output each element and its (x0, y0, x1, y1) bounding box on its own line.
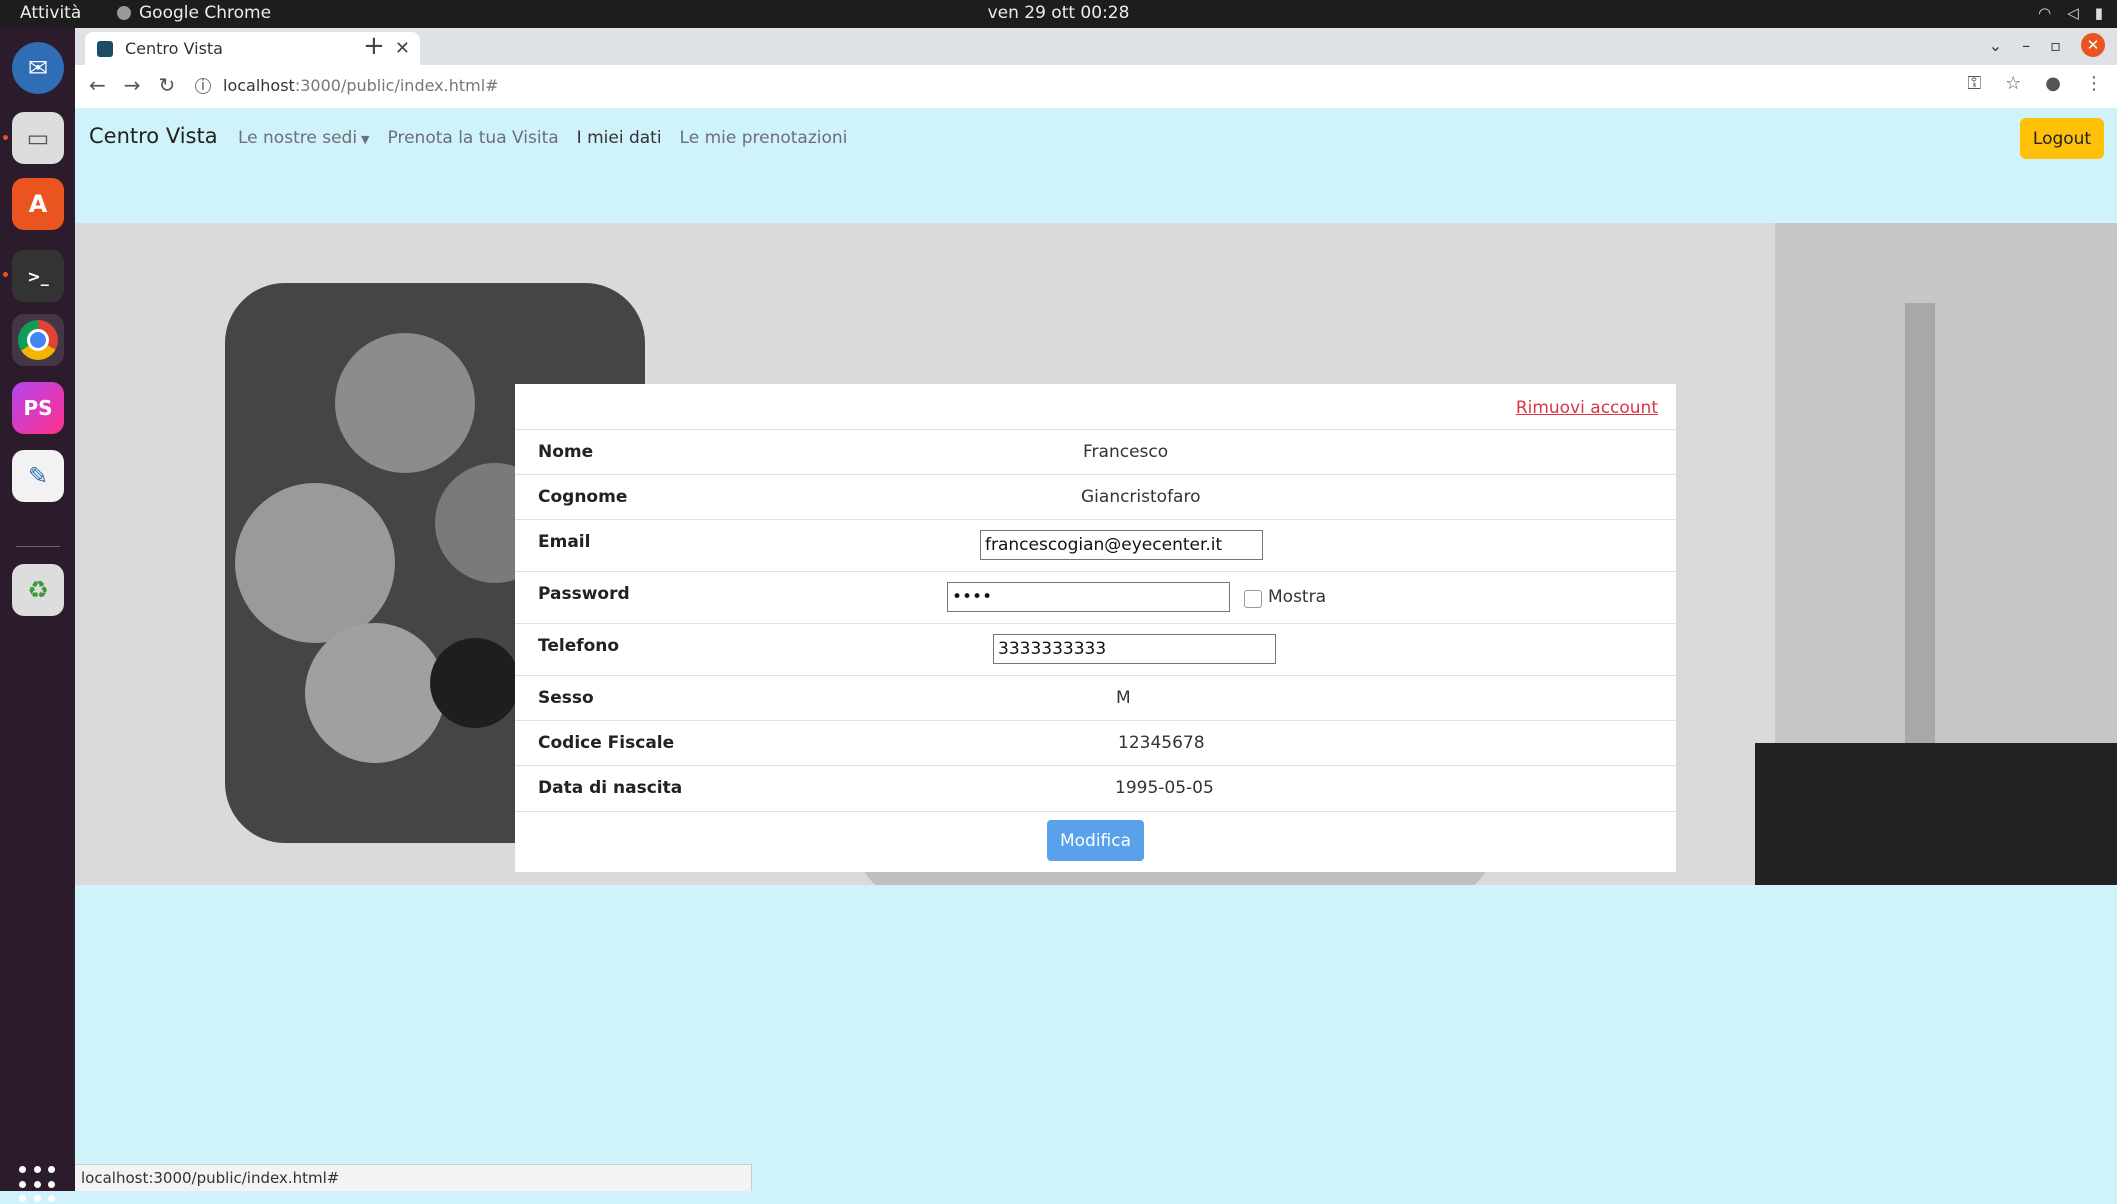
battery-icon: ▮ (2094, 4, 2103, 22)
running-indicator (3, 272, 8, 277)
terminal-icon[interactable]: >_ (12, 250, 64, 302)
close-tab-icon[interactable]: ✕ (395, 38, 410, 59)
site-info-icon[interactable]: i (195, 77, 211, 94)
site-nav-links: Le nostre sedi ▼ Prenota la tua Visita I … (238, 128, 847, 148)
sesso-label: Sesso (538, 688, 594, 708)
site-brand[interactable]: Centro Vista (89, 124, 218, 148)
files-icon[interactable]: ▭ (12, 112, 64, 164)
chrome-icon[interactable] (12, 314, 64, 366)
close-window-icon[interactable]: ✕ (2081, 33, 2105, 57)
tab-title: Centro Vista (125, 39, 223, 58)
dock-separator (16, 546, 60, 547)
codice-fiscale-label: Codice Fiscale (538, 733, 675, 753)
dock: ✉ ▭ A >_ PS ✎ ♻ (0, 28, 75, 1203)
row-codice-fiscale: Codice Fiscale 12345678 (515, 720, 1676, 766)
menu-icon[interactable]: ⋮ (2085, 73, 2103, 94)
show-applications-icon[interactable] (19, 1166, 57, 1204)
profile-card: Rimuovi account Nome Francesco Cognome G… (515, 384, 1676, 872)
navigation-buttons: ← → ↻ (89, 73, 175, 97)
forward-icon[interactable]: → (124, 73, 141, 97)
site-navbar: Centro Vista Le nostre sedi ▼ Prenota la … (75, 108, 2117, 168)
nav-prenotazioni[interactable]: Le mie prenotazioni (680, 128, 848, 148)
hero-background-image: Rimuovi account Nome Francesco Cognome G… (75, 223, 2117, 885)
url-path: :3000/public/index.html# (294, 76, 499, 95)
web-page: Centro Vista Le nostre sedi ▼ Prenota la … (75, 108, 2117, 1191)
url-host: localhost (223, 76, 295, 95)
nav-sedi-label: Le nostre sedi (238, 128, 358, 148)
bookmark-star-icon[interactable]: ☆ (2005, 73, 2021, 94)
row-sesso: Sesso M (515, 675, 1676, 721)
system-tray[interactable]: ◠ ◁ ▮ (2038, 4, 2103, 22)
running-indicator (3, 135, 8, 140)
row-telefono: Telefono (515, 623, 1676, 676)
software-center-icon[interactable]: A (12, 178, 64, 230)
nav-miei-dati[interactable]: I miei dati (577, 128, 662, 148)
show-password-label[interactable]: Mostra (1268, 587, 1326, 607)
minimize-icon[interactable]: – (2022, 36, 2030, 55)
address-bar-row: ← → ↻ i localhost:3000/public/index.html… (75, 65, 2117, 109)
caret-down-icon: ▼ (361, 133, 370, 146)
logout-button[interactable]: Logout (2020, 118, 2104, 159)
maximize-icon[interactable]: ▫ (2050, 36, 2061, 55)
key-icon[interactable]: ⚿ (1967, 73, 1981, 94)
password-label: Password (538, 584, 630, 604)
row-cognome: Cognome Giancristofaro (515, 474, 1676, 520)
codice-fiscale-value: 12345678 (1118, 733, 1205, 753)
system-top-bar: Attività Google Chrome ven 29 ott 00:28 … (0, 0, 2117, 28)
nome-label: Nome (538, 442, 594, 462)
wifi-icon: ◠ (2038, 4, 2052, 22)
row-password: Password Mostra (515, 571, 1676, 624)
site-favicon-icon (97, 40, 113, 57)
sesso-value: M (1116, 688, 1131, 708)
telefono-field[interactable] (993, 634, 1276, 664)
password-field[interactable] (947, 582, 1230, 612)
email-field[interactable] (980, 530, 1263, 560)
cognome-value: Giancristofaro (1081, 487, 1201, 507)
data-nascita-value: 1995-05-05 (1115, 778, 1214, 798)
nav-prenota[interactable]: Prenota la tua Visita (388, 128, 559, 148)
nome-value: Francesco (1083, 442, 1169, 462)
data-nascita-label: Data di nascita (538, 778, 683, 798)
link-status-bar: localhost:3000/public/index.html# (75, 1164, 752, 1191)
volume-icon: ◁ (2067, 4, 2079, 22)
telefono-label: Telefono (538, 636, 620, 656)
reload-icon[interactable]: ↻ (159, 73, 176, 97)
text-editor-icon[interactable]: ✎ (12, 450, 64, 502)
profile-icon[interactable]: ● (2045, 73, 2061, 94)
email-label: Email (538, 532, 591, 552)
row-data-nascita: Data di nascita 1995-05-05 (515, 765, 1676, 812)
remove-account-link[interactable]: Rimuovi account (1516, 398, 1658, 418)
modifica-button[interactable]: Modifica (1047, 820, 1144, 861)
phpstorm-icon[interactable]: PS (12, 382, 64, 434)
row-nome: Nome Francesco (515, 429, 1676, 475)
tab-search-icon[interactable]: ⌄ (1989, 36, 2002, 55)
thunderbird-icon[interactable]: ✉ (12, 42, 64, 94)
tab-strip: Centro Vista ✕ + ⌄ – ▫ ✕ (75, 28, 2117, 65)
clock[interactable]: ven 29 ott 00:28 (0, 3, 2117, 23)
url-field[interactable]: i localhost:3000/public/index.html# (195, 76, 499, 95)
cognome-label: Cognome (538, 487, 628, 507)
new-tab-icon[interactable]: + (363, 31, 385, 61)
nav-sedi-dropdown[interactable]: Le nostre sedi ▼ (238, 128, 370, 148)
show-password-checkbox[interactable] (1244, 590, 1262, 608)
toolbar-right: ⚿ ☆ ● ⋮ (1967, 73, 2103, 94)
trash-icon[interactable]: ♻ (12, 564, 64, 616)
back-icon[interactable]: ← (89, 73, 106, 97)
row-email: Email (515, 519, 1676, 572)
window-controls: ⌄ – ▫ ✕ (1989, 33, 2105, 57)
